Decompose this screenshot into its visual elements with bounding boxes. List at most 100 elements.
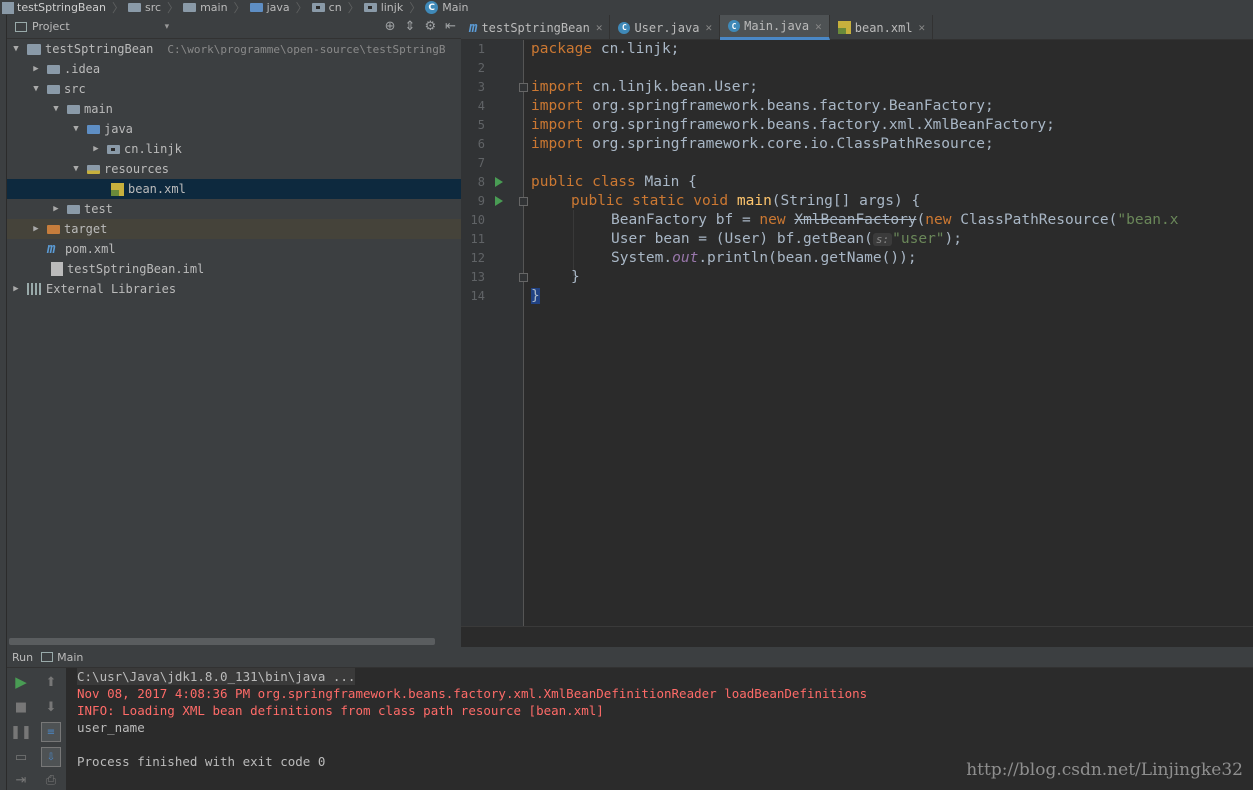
iml-file-icon (51, 262, 63, 276)
tree-item-main[interactable]: ▼ main (7, 99, 461, 119)
scroll-to-end-icon[interactable]: ⇩ (41, 747, 61, 767)
collapse-all-icon[interactable]: ⇕ (405, 20, 416, 34)
breadcrumb-separator: 〉 (111, 1, 124, 15)
tree-item-target[interactable]: ▶ target (7, 219, 461, 239)
indent-guide (573, 210, 574, 276)
run-config-tab[interactable]: Main (57, 651, 83, 664)
tree-item-label: bean.xml (128, 182, 186, 196)
keyword: public static void (571, 193, 729, 209)
tree-item-idea[interactable]: ▶ .idea (7, 59, 461, 79)
breadcrumb-main[interactable]: main (181, 0, 231, 15)
close-icon[interactable]: ✕ (919, 21, 926, 34)
down-arrow-icon[interactable]: ⬇ (41, 697, 61, 717)
breadcrumb-project[interactable]: testSptringBean (0, 0, 110, 15)
hide-panel-icon[interactable]: ⇤ (445, 20, 456, 34)
tree-item-label: testSptringBean (45, 42, 154, 56)
tree-item-label: src (64, 82, 86, 96)
expand-arrow-icon[interactable]: ▶ (31, 64, 41, 74)
expand-arrow-icon[interactable]: ▼ (51, 104, 61, 114)
expand-arrow-icon[interactable]: ▶ (91, 144, 101, 154)
dump-threads-icon[interactable]: ▭ (11, 747, 31, 767)
package-icon (311, 3, 325, 12)
tree-item-resources[interactable]: ▼ resources (7, 159, 461, 179)
scrollbar-thumb[interactable] (9, 638, 435, 645)
run-gutter-icon[interactable] (495, 196, 503, 206)
excluded-folder-icon (47, 224, 60, 234)
console-command-line[interactable]: C:\usr\Java\jdk1.8.0_131\bin\java ... (77, 668, 356, 685)
breadcrumb-src[interactable]: src (126, 0, 165, 15)
tree-item-cn-linjk[interactable]: ▶ cn.linjk (7, 139, 461, 159)
tree-item-pom-xml[interactable]: m pom.xml (7, 239, 461, 259)
class-c-icon: C (618, 21, 631, 34)
tab-label: bean.xml (854, 20, 913, 35)
close-icon[interactable]: ✕ (596, 21, 603, 34)
tree-item-src[interactable]: ▼ src (7, 79, 461, 99)
code-line-1: package cn.linjk; (531, 40, 679, 59)
chevron-down-icon[interactable]: ▾ (165, 22, 170, 32)
editor-horizontal-scrollbar[interactable] (461, 626, 1253, 647)
code-editor[interactable]: 1 2 3 4 5 6 7 8 9 10 11 12 13 14 package… (461, 40, 1253, 626)
string-literal: "user" (892, 231, 945, 247)
line-number: 6 (477, 137, 485, 151)
keyword: new (925, 212, 952, 228)
breadcrumb-separator: 〉 (409, 1, 422, 15)
tab-user-java[interactable]: C User.java ✕ (610, 15, 721, 40)
module-icon (2, 1, 14, 14)
pause-icon[interactable]: ❚❚ (10, 722, 32, 742)
line-number: 12 (470, 251, 485, 265)
print-icon[interactable]: ⎙ (41, 770, 61, 790)
breadcrumb-linjk[interactable]: linjk (362, 0, 408, 15)
expand-arrow-icon[interactable]: ▼ (71, 124, 81, 134)
tab-testsptringbean[interactable]: m testSptringBean ✕ (461, 15, 611, 40)
fold-marker-icon[interactable] (519, 83, 528, 92)
keyword: import (531, 98, 584, 114)
tree-item-iml[interactable]: testSptringBean.iml (7, 259, 461, 279)
package-icon (107, 144, 120, 154)
breadcrumb-cn[interactable]: cn (310, 0, 346, 15)
keyword: new (759, 212, 786, 228)
breadcrumb-main-class[interactable]: C Main (423, 0, 472, 15)
scroll-from-source-icon[interactable]: ⊕ (385, 20, 396, 34)
soft-wrap-icon[interactable]: ≡ (41, 722, 61, 742)
project-panel-title[interactable]: Project (32, 20, 70, 33)
expand-arrow-icon[interactable]: ▶ (51, 204, 61, 214)
tree-item-java[interactable]: ▼ java (7, 119, 461, 139)
expand-arrow-icon[interactable]: ▼ (31, 84, 41, 94)
expand-arrow-icon[interactable]: ▶ (31, 224, 41, 234)
breadcrumb-label: java (266, 1, 290, 14)
close-icon[interactable]: ✕ (705, 21, 712, 34)
line-number: 9 (477, 194, 485, 208)
close-icon[interactable]: ✕ (815, 20, 822, 33)
tab-bean-xml[interactable]: bean.xml ✕ (830, 15, 934, 40)
tab-main-java[interactable]: C Main.java ✕ (720, 15, 830, 40)
line-number: 7 (477, 156, 485, 170)
tree-item-bean-xml[interactable]: bean.xml (7, 179, 461, 199)
source-folder-icon (249, 3, 263, 12)
tree-item-project-root[interactable]: ▼ testSptringBean C:\work\programme\open-s… (7, 39, 461, 59)
breadcrumb-label: Main (442, 1, 469, 14)
run-panel-title[interactable]: Run (12, 651, 33, 664)
rerun-icon[interactable]: ▶ (11, 672, 31, 692)
keyword: import (531, 79, 584, 95)
tree-item-external-libraries[interactable]: ▶ External Libraries (7, 279, 461, 299)
fold-marker-icon[interactable] (519, 197, 528, 206)
fold-marker-icon[interactable] (519, 273, 528, 282)
exit-icon[interactable]: ⇥ (11, 770, 31, 790)
line-number: 14 (470, 289, 485, 303)
expand-arrow-icon[interactable]: ▼ (11, 44, 21, 54)
code-line-11: User bean = (User) bf.getBean(s: "user"); (611, 230, 962, 249)
gear-icon[interactable]: ⚙ (424, 20, 436, 34)
keyword: import (531, 117, 584, 133)
tree-item-test[interactable]: ▶ test (7, 199, 461, 219)
stop-icon[interactable]: ■ (11, 697, 31, 717)
run-gutter-icon[interactable] (495, 177, 503, 187)
line-number: 1 (477, 42, 485, 56)
project-horizontal-scrollbar[interactable] (7, 637, 461, 647)
breadcrumb-java[interactable]: java (248, 0, 294, 15)
expand-arrow-icon[interactable]: ▼ (71, 164, 81, 174)
up-arrow-icon[interactable]: ⬆ (41, 672, 61, 692)
line-number: 3 (477, 80, 485, 94)
expand-arrow-icon[interactable]: ▶ (11, 284, 21, 294)
tab-label: testSptringBean (481, 20, 590, 35)
code-line-13: } (571, 268, 580, 287)
